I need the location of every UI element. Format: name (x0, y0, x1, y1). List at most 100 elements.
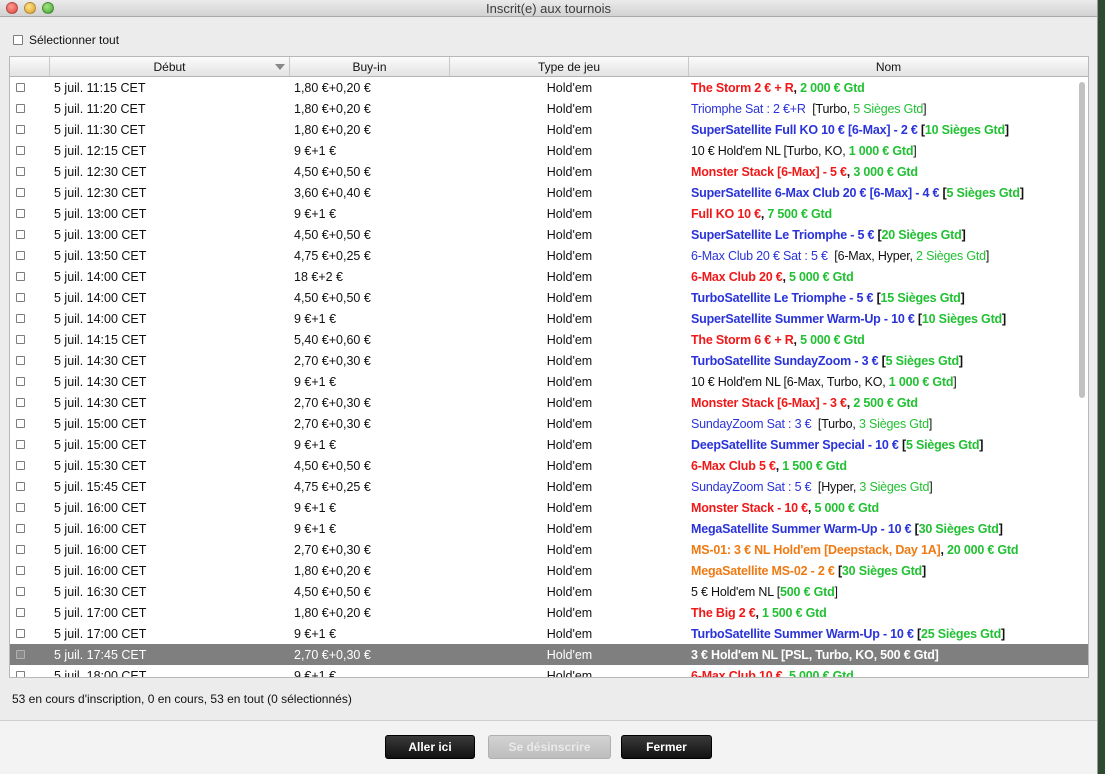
close-button[interactable]: Fermer (621, 735, 712, 759)
table-row[interactable]: 5 juil. 16:00 CET 9 €+1 € Hold'em Monster S… (10, 497, 1088, 518)
title-bar[interactable]: Inscrit(e) aux tournois (0, 0, 1097, 17)
row-checkbox[interactable] (16, 461, 25, 470)
table-row[interactable]: 5 juil. 12:30 CET 3,60 €+0,40 € Hold'em Sup… (10, 182, 1088, 203)
row-checkbox[interactable] (16, 482, 25, 491)
row-checkbox[interactable] (16, 125, 25, 134)
name-segment: 1 000 € Gtd (848, 143, 914, 158)
table-row[interactable]: 5 juil. 16:00 CET 9 €+1 € Hold'em MegaSatel… (10, 518, 1088, 539)
row-checkbox[interactable] (16, 608, 25, 617)
table-row[interactable]: 5 juil. 14:30 CET 2,70 €+0,30 € Hold'em Mon… (10, 392, 1088, 413)
row-checkbox-cell (10, 419, 50, 428)
goto-button[interactable]: Aller ici (385, 735, 475, 759)
row-checkbox[interactable] (16, 545, 25, 554)
scrollbar-thumb[interactable] (1079, 82, 1085, 398)
table-row[interactable]: 5 juil. 14:00 CET 18 €+2 € Hold'em 6-Max Cl… (10, 266, 1088, 287)
select-all-checkbox[interactable] (13, 35, 23, 45)
row-checkbox-cell (10, 629, 50, 638)
row-checkbox[interactable] (16, 293, 25, 302)
table-row[interactable]: 5 juil. 16:00 CET 1,80 €+0,20 € Hold'em Meg… (10, 560, 1088, 581)
table-row[interactable]: 5 juil. 11:15 CET 1,80 €+0,20 € Hold'em The… (10, 77, 1088, 98)
row-checkbox-cell (10, 461, 50, 470)
row-checkbox[interactable] (16, 629, 25, 638)
header-type[interactable]: Type de jeu (450, 57, 689, 76)
row-checkbox[interactable] (16, 566, 25, 575)
name-segment: ] (834, 584, 839, 599)
table-row[interactable]: 5 juil. 13:00 CET 4,50 €+0,50 € Hold'em Sup… (10, 224, 1088, 245)
row-checkbox[interactable] (16, 356, 25, 365)
row-checkbox[interactable] (16, 671, 25, 677)
row-checkbox[interactable] (16, 335, 25, 344)
row-checkbox[interactable] (16, 146, 25, 155)
header-debut[interactable]: Début (50, 57, 290, 76)
row-checkbox[interactable] (16, 83, 25, 92)
row-checkbox[interactable] (16, 419, 25, 428)
name-segment: SundayZoom Sat : 3 € (691, 416, 812, 431)
table-row[interactable]: 5 juil. 14:00 CET 4,50 €+0,50 € Hold'em Tur… (10, 287, 1088, 308)
game-type-cell: Hold'em (546, 164, 593, 179)
buyin-cell: 9 €+1 € (294, 626, 337, 641)
table-row[interactable]: 5 juil. 15:00 CET 2,70 €+0,30 € Hold'em Sun… (10, 413, 1088, 434)
table-row[interactable]: 5 juil. 12:15 CET 9 €+1 € Hold'em 10 € Hold… (10, 140, 1088, 161)
buyin-cell: 2,70 €+0,30 € (294, 647, 371, 662)
row-checkbox[interactable] (16, 440, 25, 449)
name-segment: 5 Sièges Gtd (853, 101, 924, 116)
table-row[interactable]: 5 juil. 16:30 CET 4,50 €+0,50 € Hold'em 5 €… (10, 581, 1088, 602)
row-checkbox[interactable] (16, 650, 25, 659)
table-row[interactable]: 5 juil. 13:00 CET 9 €+1 € Hold'em Full KO 1… (10, 203, 1088, 224)
tournament-name-cell: The Storm 2 € + R, 2 000 € Gtd (689, 81, 1088, 95)
row-checkbox[interactable] (16, 104, 25, 113)
tournament-name-cell: TurboSatellite Summer Warm-Up - 10 € [25… (689, 627, 1088, 641)
table-row[interactable]: 5 juil. 11:20 CET 1,80 €+0,20 € Hold'em Tri… (10, 98, 1088, 119)
buyin-cell: 2,70 €+0,30 € (294, 416, 371, 431)
row-checkbox[interactable] (16, 398, 25, 407)
row-checkbox[interactable] (16, 377, 25, 386)
name-segment: MegaSatellite Summer Warm-Up - 10 € (691, 521, 912, 536)
table-row[interactable]: 5 juil. 16:00 CET 2,70 €+0,30 € Hold'em MS-… (10, 539, 1088, 560)
sort-descending-icon (275, 64, 285, 70)
row-checkbox[interactable] (16, 230, 25, 239)
table-row[interactable]: 5 juil. 18:00 CET 9 €+1 € Hold'em 6-Max Clu… (10, 665, 1088, 678)
row-checkbox-cell (10, 650, 50, 659)
row-checkbox[interactable] (16, 314, 25, 323)
debut-cell: 5 juil. 18:00 CET (54, 668, 147, 678)
table-row[interactable]: 5 juil. 15:45 CET 4,75 €+0,25 € Hold'em Sun… (10, 476, 1088, 497)
debut-cell: 5 juil. 11:15 CET (54, 80, 146, 95)
row-checkbox[interactable] (16, 251, 25, 260)
header-nom[interactable]: Nom (689, 57, 1088, 76)
unregister-button[interactable]: Se désinscrire (488, 735, 611, 759)
row-checkbox[interactable] (16, 272, 25, 281)
tournament-name-cell: TurboSatellite SundayZoom - 3 € [5 Siège… (689, 354, 1088, 368)
table-row[interactable]: 5 juil. 12:30 CET 4,50 €+0,50 € Hold'em Mon… (10, 161, 1088, 182)
name-segment: 5 000 € Gtd (789, 269, 854, 284)
row-checkbox[interactable] (16, 524, 25, 533)
name-segment: 7 500 € Gtd (767, 206, 832, 221)
tournament-name-cell: 6-Max Club 5 €, 1 500 € Gtd (689, 459, 1088, 473)
table-row[interactable]: 5 juil. 13:50 CET 4,75 €+0,25 € Hold'em 6-M… (10, 245, 1088, 266)
table-row[interactable]: 5 juil. 14:00 CET 9 €+1 € Hold'em SuperSate… (10, 308, 1088, 329)
row-checkbox-cell (10, 503, 50, 512)
game-type-cell: Hold'em (546, 668, 593, 678)
table-row[interactable]: 5 juil. 17:00 CET 9 €+1 € Hold'em TurboSate… (10, 623, 1088, 644)
buyin-cell: 9 €+1 € (294, 521, 337, 536)
table-row[interactable]: 5 juil. 14:15 CET 5,40 €+0,60 € Hold'em The… (10, 329, 1088, 350)
status-text: 53 en cours d'inscription, 0 en cours, 5… (12, 692, 352, 706)
header-buyin[interactable]: Buy-in (290, 57, 450, 76)
select-all-control[interactable]: Sélectionner tout (13, 33, 119, 47)
row-checkbox[interactable] (16, 587, 25, 596)
name-segment: 6-Max Club 5 € (691, 458, 776, 473)
row-checkbox[interactable] (16, 209, 25, 218)
vertical-scrollbar[interactable] (1077, 78, 1087, 677)
debut-cell: 5 juil. 12:15 CET (54, 143, 147, 158)
table-row[interactable]: 5 juil. 11:30 CET 1,80 €+0,20 € Hold'em Sup… (10, 119, 1088, 140)
row-checkbox[interactable] (16, 503, 25, 512)
table-row[interactable]: 5 juil. 14:30 CET 2,70 €+0,30 € Hold'em Tur… (10, 350, 1088, 371)
table-row[interactable]: 5 juil. 17:00 CET 1,80 €+0,20 € Hold'em The… (10, 602, 1088, 623)
row-checkbox[interactable] (16, 167, 25, 176)
row-checkbox[interactable] (16, 188, 25, 197)
name-segment: 25 Sièges Gtd (920, 626, 1002, 641)
table-row[interactable]: 5 juil. 14:30 CET 9 €+1 € Hold'em 10 € Hold… (10, 371, 1088, 392)
row-checkbox-cell (10, 230, 50, 239)
table-row[interactable]: 5 juil. 15:00 CET 9 €+1 € Hold'em DeepSatel… (10, 434, 1088, 455)
table-row[interactable]: 5 juil. 17:45 CET 2,70 €+0,30 € Hold'em 3 €… (10, 644, 1088, 665)
table-row[interactable]: 5 juil. 15:30 CET 4,50 €+0,50 € Hold'em 6-M… (10, 455, 1088, 476)
